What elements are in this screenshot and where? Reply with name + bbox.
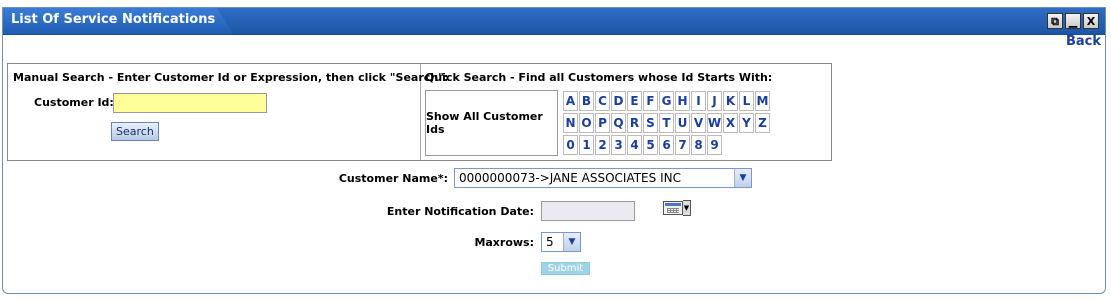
quick-search-letter-link[interactable]: 1	[579, 135, 594, 155]
quick-search-letter-link[interactable]: 3	[611, 135, 626, 155]
calendar-icon	[663, 201, 683, 215]
quick-search-letter-link[interactable]: 2	[595, 135, 610, 155]
quick-search-letter-link[interactable]: M	[755, 91, 770, 111]
maxrows-select[interactable]: 5 ▼	[541, 232, 581, 252]
quick-search-letter-link[interactable]: W	[707, 113, 722, 133]
quick-search-letter-link[interactable]: P	[595, 113, 610, 133]
customer-name-select[interactable]: 0000000073->JANE ASSOCIATES INC ▼	[454, 168, 752, 188]
submit-button[interactable]: Submit	[541, 262, 590, 275]
quick-search-letter-link[interactable]: H	[675, 91, 690, 111]
quick-search-letter-link[interactable]: O	[579, 113, 594, 133]
close-icon[interactable]: X	[1083, 13, 1099, 29]
back-link[interactable]: Back	[1066, 34, 1101, 49]
quick-search-letter-link[interactable]: S	[643, 113, 658, 133]
window-controls: ⧉ ▁ X	[1047, 13, 1099, 29]
chevron-down-icon[interactable]: ▼	[734, 169, 751, 187]
quick-search-letter-link[interactable]: G	[659, 91, 674, 111]
quick-search-letter-link[interactable]: U	[675, 113, 690, 133]
letter-row: 0123456789	[563, 134, 771, 156]
quick-search-letter-link[interactable]: R	[627, 113, 642, 133]
minimize-icon[interactable]: ▁	[1065, 13, 1081, 29]
window-title: List Of Service Notifications	[11, 12, 216, 27]
quick-search-letter-link[interactable]: J	[707, 91, 722, 111]
maxrows-value: 5	[546, 235, 554, 249]
customer-search-box: Manual Search - Enter Customer Id or Exp…	[7, 63, 832, 161]
show-all-customer-ids-link[interactable]: Show All Customer Ids	[425, 90, 558, 156]
letter-grid: ABCDEFGHIJKLMNOPQRSTUVWXYZ0123456789	[563, 90, 771, 156]
letter-row: NOPQRSTUVWXYZ	[563, 112, 771, 134]
manual-search-heading: Manual Search - Enter Customer Id or Exp…	[13, 71, 449, 84]
customer-id-input[interactable]	[113, 93, 267, 113]
quick-search-letter-link[interactable]: I	[691, 91, 706, 111]
title-bar: List Of Service Notifications ⧉ ▁ X	[3, 8, 1105, 35]
quick-search-heading: Quick Search - Find all Customers whose …	[425, 71, 773, 84]
customer-name-value: 0000000073->JANE ASSOCIATES INC	[459, 171, 681, 185]
quick-search-letter-link[interactable]: V	[691, 113, 706, 133]
quick-search-letter-link[interactable]: 4	[627, 135, 642, 155]
quick-search-letter-link[interactable]: 0	[563, 135, 578, 155]
quick-search-letter-link[interactable]: Z	[755, 113, 770, 133]
quick-search-letter-link[interactable]: 5	[643, 135, 658, 155]
quick-search-letter-link[interactable]: F	[643, 91, 658, 111]
quick-search-letter-link[interactable]: E	[627, 91, 642, 111]
quick-search-section: Quick Search - Find all Customers whose …	[421, 64, 831, 160]
quick-search-links: Show All Customer Ids ABCDEFGHIJKLMNOPQR…	[425, 90, 825, 156]
manual-search-section: Manual Search - Enter Customer Id or Exp…	[8, 64, 448, 160]
quick-search-letter-link[interactable]: X	[723, 113, 738, 133]
quick-search-letter-link[interactable]: T	[659, 113, 674, 133]
letter-row: ABCDEFGHIJKLM	[563, 90, 771, 112]
quick-search-letter-link[interactable]: L	[739, 91, 754, 111]
quick-search-letter-link[interactable]: 6	[659, 135, 674, 155]
quick-search-letter-link[interactable]: D	[611, 91, 626, 111]
quick-search-letter-link[interactable]: 8	[691, 135, 706, 155]
quick-search-letter-link[interactable]: Y	[739, 113, 754, 133]
restore-icon[interactable]: ⧉	[1047, 13, 1063, 29]
quick-search-letter-link[interactable]: 9	[707, 135, 722, 155]
customer-name-label: Customer Name*:	[338, 172, 448, 185]
notification-date-input[interactable]	[541, 201, 635, 221]
maxrows-label: Maxrows:	[474, 236, 534, 249]
quick-search-letter-link[interactable]: B	[579, 91, 594, 111]
quick-search-letter-link[interactable]: 7	[675, 135, 690, 155]
quick-search-letter-link[interactable]: A	[563, 91, 578, 111]
notification-date-label: Enter Notification Date:	[386, 205, 534, 218]
quick-search-letter-link[interactable]: C	[595, 91, 610, 111]
customer-id-label: Customer Id:	[34, 96, 114, 109]
quick-search-letter-link[interactable]: Q	[611, 113, 626, 133]
calendar-button[interactable]: ▼	[663, 199, 695, 217]
quick-search-letter-link[interactable]: N	[563, 113, 578, 133]
search-button[interactable]: Search	[111, 122, 159, 141]
chevron-down-icon[interactable]: ▼	[563, 233, 580, 251]
dropdown-arrow-icon: ▼	[683, 200, 691, 216]
quick-search-letter-link[interactable]: K	[723, 91, 738, 111]
